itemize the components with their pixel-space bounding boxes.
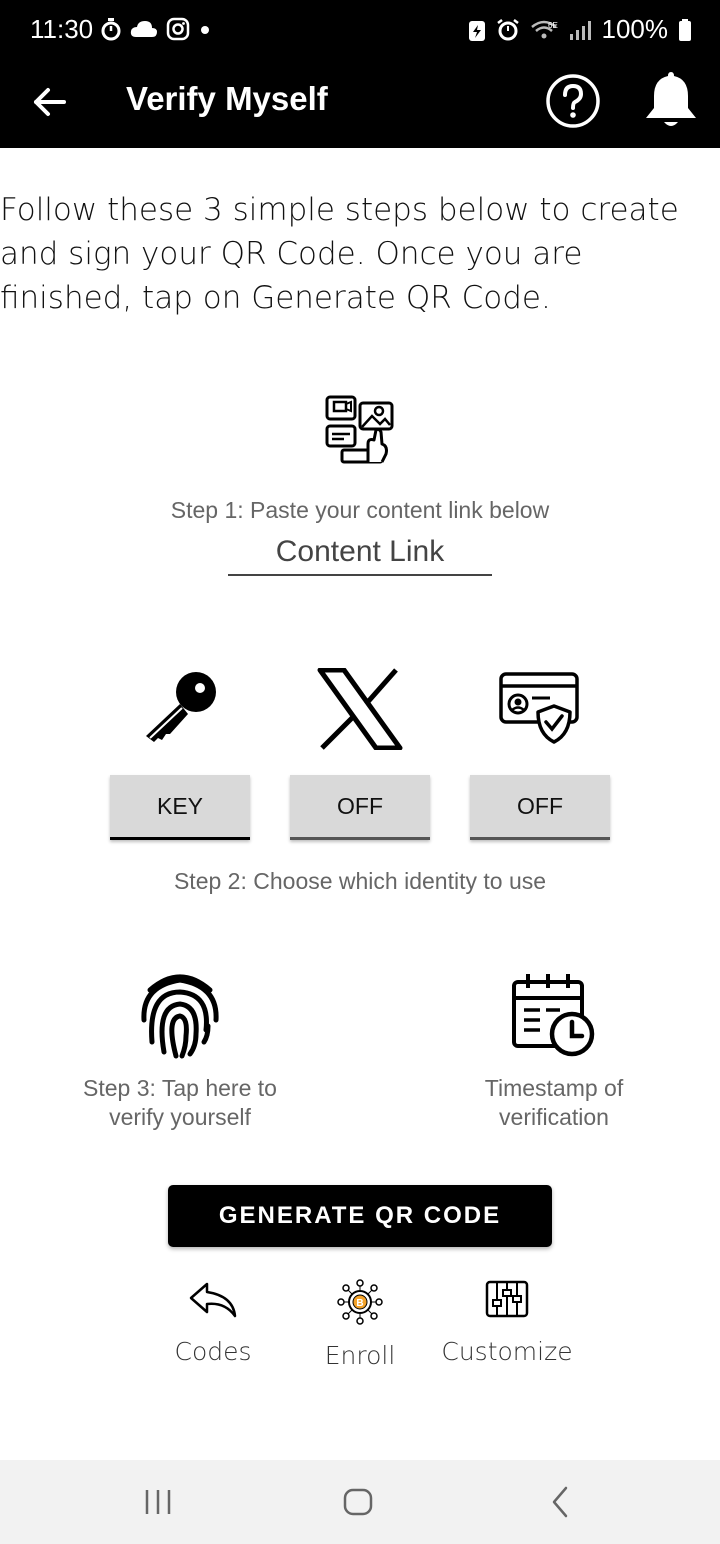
x-identity-button[interactable]: OFF	[290, 775, 430, 840]
codes-label: Codes	[174, 1337, 252, 1366]
recent-apps-icon[interactable]	[128, 1482, 188, 1522]
step1-text: Step 1: Paste your content link below	[170, 497, 550, 523]
key-icon	[146, 672, 216, 742]
intro-text: Follow these 3 simple steps below to cre…	[0, 192, 679, 316]
instagram-icon	[166, 17, 190, 41]
codes-button[interactable]: Codes	[143, 1278, 283, 1366]
sliders-icon	[485, 1280, 529, 1318]
battery-icon	[679, 18, 691, 41]
x-identity-label: OFF	[337, 792, 383, 819]
wifi-icon: 6E	[530, 20, 558, 38]
enroll-button[interactable]: B Enroll	[290, 1278, 430, 1370]
alarm-icon	[496, 18, 519, 40]
media-content-icon	[325, 395, 394, 464]
enroll-label: Enroll	[324, 1341, 396, 1370]
id-card-identity-button[interactable]: OFF	[470, 775, 610, 840]
back-nav-icon[interactable]	[530, 1482, 590, 1522]
battery-saver-icon	[468, 20, 485, 41]
calendar-clock-icon	[512, 974, 595, 1057]
step3-text: Step 3: Tap here to verify yourself	[83, 1075, 277, 1130]
help-icon[interactable]	[544, 72, 602, 130]
content-link-input[interactable]	[228, 530, 492, 576]
customize-button[interactable]: Customize	[437, 1278, 577, 1366]
timestamp-text: Timestamp of verification	[484, 1075, 624, 1130]
id-card-identity-label: OFF	[517, 792, 563, 819]
stopwatch-icon	[101, 18, 121, 41]
bitcoin-network-icon: B	[337, 1279, 383, 1325]
page-title: Verify Myself	[126, 80, 328, 117]
step2-text: Step 2: Choose which identity to use	[173, 868, 547, 894]
verify-yourself-area[interactable]: Step 3: Tap here to verify yourself	[60, 968, 300, 1138]
status-bar: 11:30 6E 100%	[0, 0, 720, 62]
status-time: 11:30	[30, 14, 94, 44]
generate-qr-code-button[interactable]: GENERATE QR CODE	[168, 1185, 552, 1247]
system-navigation-bar	[0, 1460, 720, 1544]
svg-text:B: B	[356, 1298, 363, 1309]
key-identity-button[interactable]: KEY	[110, 775, 250, 840]
timestamp-area: Timestamp of verification	[434, 968, 674, 1138]
back-arrow-icon[interactable]	[26, 78, 74, 126]
notification-dot-icon	[201, 26, 209, 34]
reply-arrow-icon	[189, 1282, 237, 1318]
battery-percentage: 100%	[601, 14, 669, 44]
cloud-icon	[130, 21, 157, 37]
bell-icon[interactable]	[638, 68, 704, 134]
generate-qr-code-label: GENERATE QR CODE	[218, 1202, 502, 1229]
fingerprint-icon	[141, 974, 219, 1059]
customize-label: Customize	[441, 1337, 573, 1366]
app-bar: Verify Myself	[0, 62, 720, 148]
signal-icon	[569, 20, 591, 40]
home-icon[interactable]	[328, 1482, 388, 1522]
x-logo-icon	[317, 668, 403, 750]
id-card-shield-icon	[499, 672, 579, 744]
key-identity-label: KEY	[156, 792, 204, 819]
svg-text:6E: 6E	[548, 21, 558, 30]
